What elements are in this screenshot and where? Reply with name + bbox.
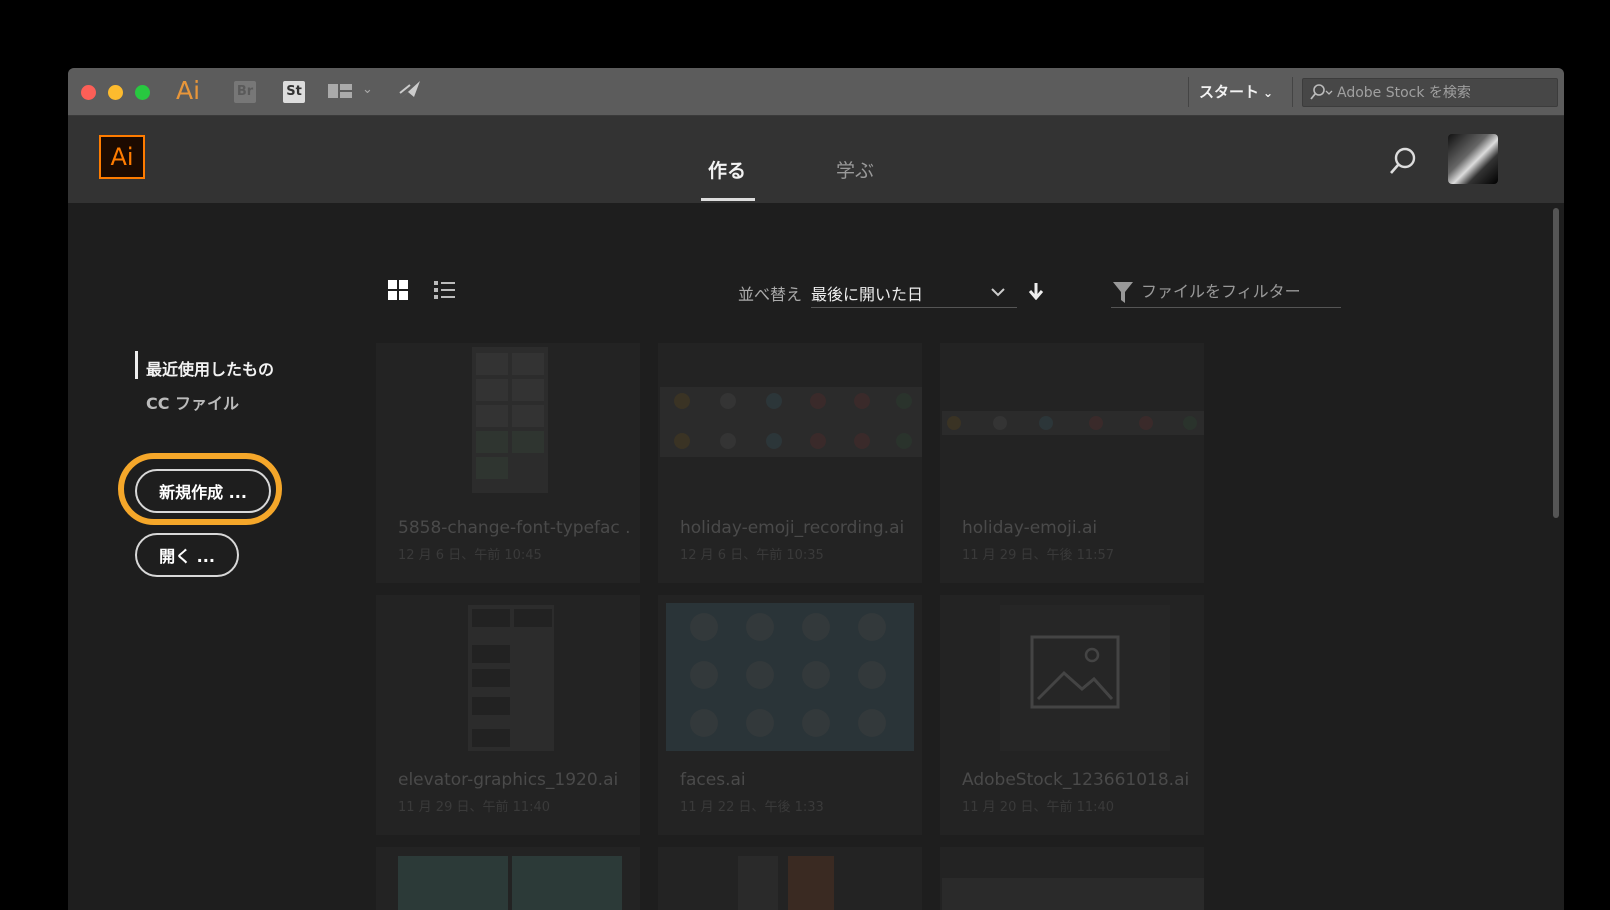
sidebar-item-cc-files[interactable]: CC ファイル <box>146 390 239 414</box>
file-name: elevator-graphics_1920.ai <box>398 770 619 790</box>
list-view-icon[interactable] <box>434 280 456 304</box>
file-name: holiday-emoji.ai <box>962 518 1098 538</box>
file-card[interactable]: faces.ai 11 月 22 日、午後 1:33 <box>658 595 922 835</box>
avatar[interactable] <box>1448 134 1498 184</box>
file-card[interactable] <box>940 847 1204 910</box>
file-thumbnail <box>738 856 834 910</box>
stock-search-field[interactable] <box>1302 78 1558 107</box>
file-card[interactable]: holiday-emoji.ai 11 月 29 日、午後 11:57 <box>940 343 1204 583</box>
scrollbar[interactable] <box>1553 208 1559 518</box>
placeholder-image-icon <box>940 595 1204 755</box>
active-tab-indicator <box>701 198 755 201</box>
gpu-performance-icon[interactable] <box>396 79 422 107</box>
bridge-button[interactable]: Br <box>234 81 256 103</box>
arrange-documents-icon[interactable] <box>328 82 354 104</box>
file-name: holiday-emoji_recording.ai <box>680 518 905 538</box>
file-date: 12 月 6 日、午前 10:35 <box>680 548 824 563</box>
app-window: Ai Br St ⌄ スタート⌄ Ai 作る 学ぶ <box>68 68 1564 910</box>
file-date: 11 月 29 日、午前 11:40 <box>398 800 551 815</box>
stock-search-input[interactable] <box>1335 82 1549 104</box>
file-thumbnail <box>376 343 640 503</box>
stock-button[interactable]: St <box>283 81 305 103</box>
file-card[interactable]: AdobeStock_123661018.ai 11 月 20 日、午前 11:… <box>940 595 1204 835</box>
home-header: Ai 作る 学ぶ <box>68 116 1564 203</box>
file-filter-input[interactable] <box>1139 279 1343 303</box>
sort-value: 最後に開いた日 <box>811 285 924 304</box>
file-date: 11 月 22 日、午後 1:33 <box>680 800 824 815</box>
tab-learn[interactable]: 学ぶ <box>836 156 874 183</box>
active-nav-indicator <box>135 351 138 379</box>
chevron-down-icon: ⌄ <box>1263 86 1274 100</box>
file-name: AdobeStock_123661018.ai <box>962 770 1190 790</box>
file-name: faces.ai <box>680 770 746 790</box>
zoom-window-button[interactable] <box>135 85 150 100</box>
file-thumbnail <box>398 856 622 910</box>
file-filter-field[interactable] <box>1111 273 1343 308</box>
file-date: 11 月 20 日、午前 11:40 <box>962 800 1115 815</box>
file-card[interactable]: holiday-emoji_recording.ai 12 月 6 日、午前 1… <box>658 343 922 583</box>
file-card[interactable] <box>376 847 640 910</box>
tab-create[interactable]: 作る <box>708 156 746 183</box>
search-icon[interactable] <box>1388 146 1418 180</box>
search-icon <box>1309 83 1333 105</box>
sidebar-item-recent[interactable]: 最近使用したもの <box>146 356 274 380</box>
file-thumbnail <box>658 595 922 755</box>
create-new-button[interactable]: 新規作成 ... <box>135 469 271 513</box>
file-thumbnail <box>942 878 1204 910</box>
sort-direction-arrow-icon[interactable] <box>1028 282 1044 304</box>
sort-label: 並べ替え <box>738 285 803 304</box>
titlebar: Ai Br St ⌄ スタート ⌄ <box>68 68 1564 116</box>
file-card[interactable]: 5858-change-font-typefac ... 12 月 6 日、午前… <box>376 343 640 583</box>
app-icon: Ai <box>176 76 201 105</box>
illustrator-logo: Ai <box>99 135 145 179</box>
file-thumbnail <box>376 595 640 755</box>
divider <box>1188 77 1189 107</box>
file-card[interactable] <box>658 847 922 910</box>
minimize-window-button[interactable] <box>108 85 123 100</box>
chevron-down-icon <box>991 282 1005 301</box>
file-name: 5858-change-font-typefac ... <box>398 518 630 538</box>
file-date: 12 月 6 日、午前 10:45 <box>398 548 542 563</box>
grid-view-icon[interactable] <box>388 280 408 304</box>
file-thumbnail <box>940 343 1204 503</box>
sort-dropdown[interactable]: 最後に開いた日 <box>811 273 1017 308</box>
chevron-down-icon[interactable]: ⌄ <box>362 82 373 97</box>
open-file-button[interactable]: 開く ... <box>135 533 239 577</box>
close-window-button[interactable] <box>81 85 96 100</box>
file-card[interactable]: elevator-graphics_1920.ai 11 月 29 日、午前 1… <box>376 595 640 835</box>
file-thumbnail <box>658 343 922 503</box>
filter-icon <box>1113 282 1133 308</box>
divider <box>1292 77 1293 107</box>
file-date: 11 月 29 日、午後 11:57 <box>962 548 1115 563</box>
workspace-switcher[interactable]: スタート ⌄ <box>1199 81 1273 102</box>
workspace-label: スタート <box>1199 83 1260 101</box>
